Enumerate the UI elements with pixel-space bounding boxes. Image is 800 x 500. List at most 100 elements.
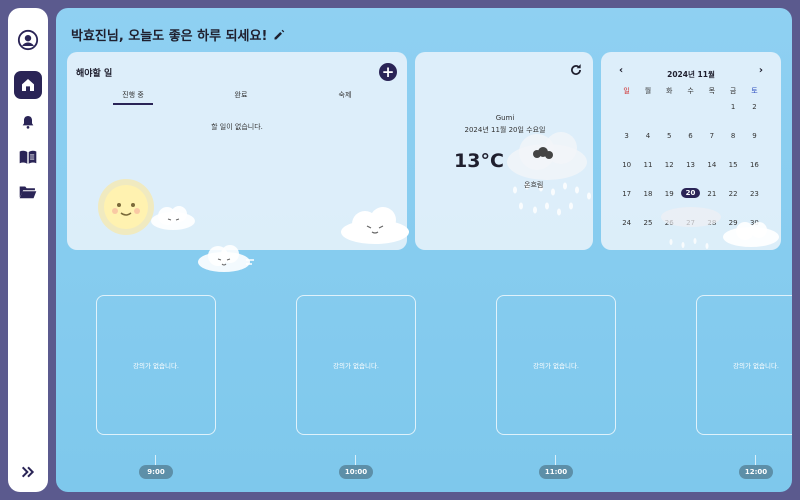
tab-completed[interactable]: 완료 (221, 90, 261, 100)
sidebar-item-folder[interactable] (14, 178, 42, 206)
expand-sidebar-button[interactable] (20, 464, 36, 484)
weather-temperature: 13°C (454, 150, 504, 172)
calendar-day[interactable]: 18 (637, 190, 658, 219)
calendar-day[interactable]: 30 (744, 219, 765, 248)
folder-icon (19, 186, 37, 199)
calendar-day (680, 103, 701, 132)
lecture-slot[interactable]: 강의가 없습니다. (496, 295, 616, 435)
user-icon (17, 29, 39, 51)
calendar-day-number: 17 (622, 190, 632, 198)
calendar-day[interactable]: 27 (680, 219, 701, 248)
calendar-day[interactable]: 24 (616, 219, 637, 248)
todo-title: 해야할 일 (76, 69, 113, 79)
refresh-weather-button[interactable] (569, 62, 583, 81)
calendar-day-number: 25 (643, 219, 653, 227)
calendar-day-number: 26 (664, 219, 674, 227)
calendar-day[interactable]: 13 (680, 161, 701, 190)
calendar-day-number: 22 (728, 190, 738, 198)
weather-card: Gumi 2024년 11월 20일 수요일 13°C 온흐림 (415, 52, 593, 250)
greeting-text: 박효진님, 오늘도 좋은 하루 되세요! (71, 29, 268, 44)
calendar-day-number: 5 (667, 132, 672, 140)
sidebar-item-book[interactable] (14, 143, 42, 171)
rain-cloud-icon (507, 132, 591, 216)
time-label: 10:00 (339, 465, 373, 479)
refresh-icon (571, 64, 581, 75)
sidebar (8, 8, 48, 492)
calendar-day-number: 11 (643, 161, 653, 169)
calendar-next-button[interactable]: › (759, 65, 763, 76)
bell-icon (22, 116, 34, 129)
calendar-day[interactable]: 5 (659, 132, 680, 161)
calendar-day[interactable]: 14 (701, 161, 722, 190)
calendar-weekday: 목 (708, 87, 716, 95)
timeline-tick (755, 455, 756, 465)
cloud-illustration (341, 207, 409, 244)
weather-date: 2024년 11월 20일 수요일 (464, 126, 546, 134)
time-label: 11:00 (539, 465, 573, 479)
calendar-day[interactable]: 4 (637, 132, 658, 161)
calendar-day[interactable]: 11 (637, 161, 658, 190)
calendar-day[interactable]: 9 (744, 132, 765, 161)
calendar-day[interactable]: 7 (701, 132, 722, 161)
calendar-day[interactable]: 10 (616, 161, 637, 190)
sun-illustration (98, 179, 154, 235)
calendar-day[interactable]: 19 (659, 190, 680, 219)
calendar-day-number: 18 (643, 190, 653, 198)
calendar-weekday: 금 (729, 87, 737, 95)
calendar-day-number: 10 (622, 161, 632, 169)
sidebar-item-notifications[interactable] (14, 108, 42, 136)
calendar-day[interactable]: 3 (616, 132, 637, 161)
home-icon (22, 79, 34, 91)
calendar-day (701, 103, 722, 132)
calendar-day-number: 13 (686, 161, 695, 169)
calendar-day-number: 23 (749, 190, 759, 198)
book-icon (19, 150, 37, 164)
calendar-day-number: 24 (622, 219, 632, 227)
calendar-day-number: 2 (752, 103, 757, 111)
calendar-day[interactable]: 17 (616, 190, 637, 219)
profile-button[interactable] (16, 28, 40, 52)
calendar-day[interactable]: 23 (744, 190, 765, 219)
calendar-day[interactable]: 26 (659, 219, 680, 248)
calendar-day[interactable]: 2 (744, 103, 765, 132)
calendar-weekday: 토 (751, 87, 758, 95)
calendar-day[interactable]: 21 (701, 190, 722, 219)
calendar-day[interactable]: 6 (680, 132, 701, 161)
tab-homework[interactable]: 숙제 (325, 90, 365, 100)
weather-description: 온흐림 (524, 181, 544, 189)
timeline-tick (355, 455, 356, 465)
add-todo-button[interactable]: + (379, 63, 397, 81)
calendar-day[interactable]: 12 (659, 161, 680, 190)
calendar-weekday: 수 (687, 87, 694, 95)
calendar-card: ‹ 2024년 11월 › 일 월 화 수 목 금 토 1 2 3 4 5 6 7 8 9 10 11 12 13 14… (601, 52, 781, 250)
calendar-weekday: 일 (623, 87, 630, 95)
timeline-tick (155, 455, 156, 465)
todo-card: 해야할 일 + 진행 중 완료 숙제 할 일이 없습니다. (67, 52, 409, 250)
calendar-day (659, 103, 680, 132)
calendar-day[interactable]: 25 (637, 219, 658, 248)
calendar-weekday: 월 (644, 87, 652, 95)
calendar-day[interactable]: 15 (722, 161, 743, 190)
calendar-day-number: 3 (624, 132, 629, 140)
calendar-day-number: 20 (680, 188, 701, 198)
calendar-day[interactable]: 28 (701, 219, 722, 248)
calendar-day-number: 6 (688, 132, 693, 140)
calendar-day[interactable]: 22 (722, 190, 743, 219)
lecture-slot[interactable]: 강의가 없습니다. (296, 295, 416, 435)
lecture-slot[interactable]: 강의가 없습니다. (96, 295, 216, 435)
calendar-weekday: 화 (666, 87, 673, 95)
calendar-day[interactable]: 29 (722, 219, 743, 248)
sidebar-item-home[interactable] (14, 71, 42, 99)
calendar-day[interactable]: 1 (722, 103, 743, 132)
calendar-day[interactable]: 8 (722, 132, 743, 161)
pencil-icon[interactable] (273, 29, 285, 41)
calendar-day[interactable]: 16 (744, 161, 765, 190)
tab-in-progress[interactable]: 진행 중 (113, 90, 153, 105)
calendar-day-today[interactable]: 20 (680, 188, 701, 219)
calendar-day-number: 9 (752, 132, 757, 140)
calendar-day-number: 30 (749, 219, 759, 227)
calendar-day-number: 29 (728, 219, 738, 227)
calendar-day-number: 7 (709, 132, 715, 140)
lecture-slot[interactable]: 강의가 없습니다. (696, 295, 792, 435)
timeline-tick (555, 455, 556, 465)
